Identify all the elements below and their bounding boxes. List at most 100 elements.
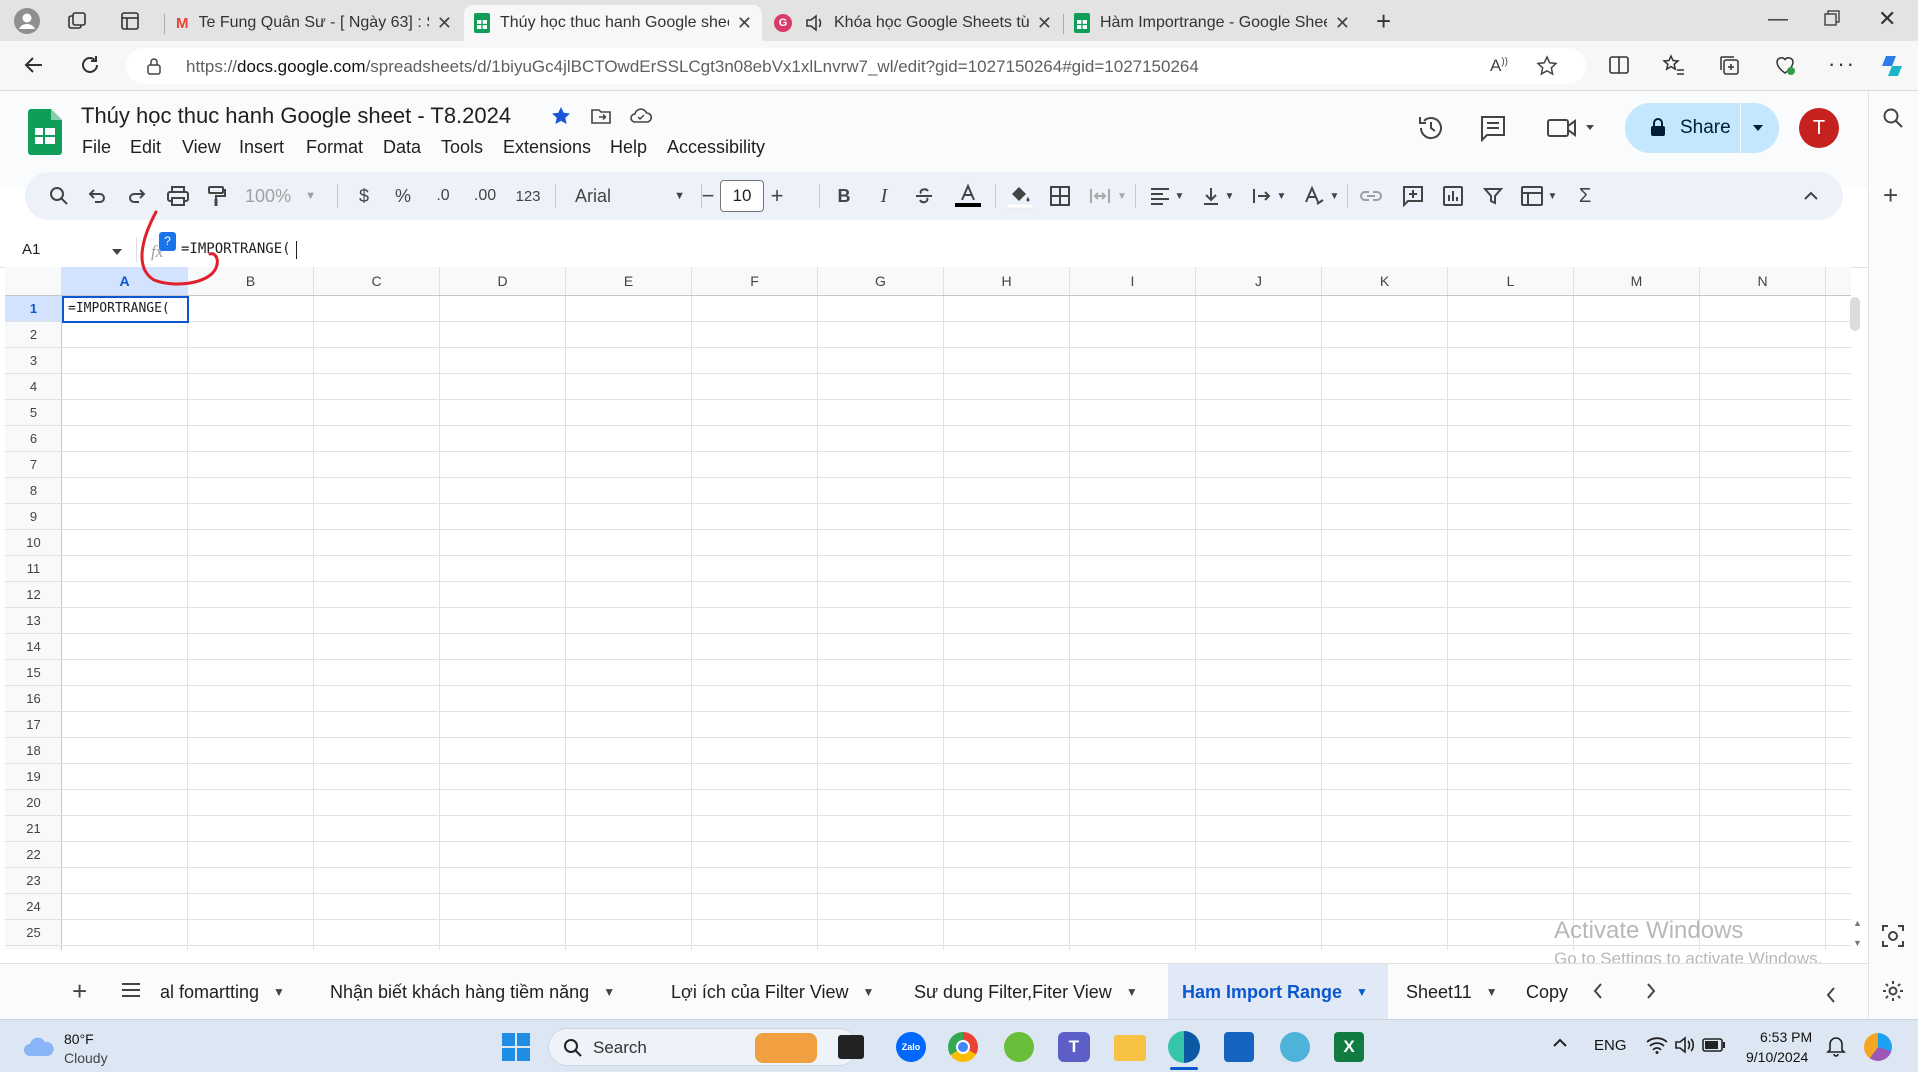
- row-header[interactable]: 10: [5, 530, 62, 556]
- sheet-tab[interactable]: Sheet11 ▼: [1406, 964, 1501, 1020]
- scroll-down-icon[interactable]: ▼: [1853, 938, 1862, 948]
- volume-icon[interactable]: [1674, 1036, 1696, 1054]
- all-sheets-icon[interactable]: [121, 981, 141, 999]
- row-header[interactable]: 16: [5, 686, 62, 712]
- comments-icon[interactable]: [1479, 114, 1507, 142]
- chevron-down-icon[interactable]: ▼: [1126, 985, 1138, 999]
- sheet-tab[interactable]: Copy: [1526, 964, 1576, 1020]
- app-globe-icon[interactable]: [1280, 1032, 1310, 1062]
- undo-icon[interactable]: [83, 172, 111, 220]
- row-header[interactable]: 19: [5, 764, 62, 790]
- window-close-icon[interactable]: ✕: [1878, 6, 1896, 32]
- filter-views-icon[interactable]: ▼: [1515, 172, 1563, 220]
- excel-icon[interactable]: X: [1334, 1032, 1364, 1062]
- column-header-c[interactable]: C: [314, 267, 440, 295]
- more-formats-button[interactable]: 123: [510, 172, 546, 220]
- column-header-h[interactable]: H: [944, 267, 1070, 295]
- column-header-l[interactable]: L: [1448, 267, 1574, 295]
- column-header-i[interactable]: I: [1070, 267, 1196, 295]
- menu-data[interactable]: Data: [383, 137, 421, 158]
- increase-decimal-button[interactable]: .00: [468, 172, 502, 220]
- text-color-icon[interactable]: [953, 172, 983, 220]
- search-menus-icon[interactable]: [45, 172, 73, 220]
- minimize-icon[interactable]: —: [1768, 8, 1788, 31]
- format-currency-button[interactable]: $: [353, 172, 375, 220]
- new-tab-icon[interactable]: +: [1376, 6, 1391, 37]
- share-dropdown-icon[interactable]: [1751, 123, 1765, 133]
- add-sidebar-app-icon[interactable]: +: [1883, 180, 1898, 211]
- task-view-icon[interactable]: [838, 1035, 864, 1059]
- profile-icon[interactable]: [14, 8, 40, 34]
- filter-icon[interactable]: [1478, 172, 1508, 220]
- row-header[interactable]: 2: [5, 322, 62, 348]
- row-header[interactable]: 13: [5, 608, 62, 634]
- refresh-icon[interactable]: [78, 53, 102, 77]
- column-header-f[interactable]: F: [692, 267, 818, 295]
- row-header[interactable]: 12: [5, 582, 62, 608]
- weather-temperature[interactable]: 80°F: [64, 1031, 94, 1047]
- close-icon[interactable]: ✕: [1037, 13, 1052, 34]
- column-header-g[interactable]: G: [818, 267, 944, 295]
- sheet-tab[interactable]: Nhận biết khách hàng tiềm năng ▼: [330, 964, 645, 1020]
- functions-button[interactable]: Σ: [1570, 172, 1600, 220]
- sheets-logo-icon[interactable]: [28, 109, 62, 155]
- copilot-taskbar-icon[interactable]: [1864, 1033, 1892, 1061]
- scroll-tabs-right-icon[interactable]: [1645, 982, 1657, 1000]
- row-header[interactable]: 21: [5, 816, 62, 842]
- cloud-status-icon[interactable]: [629, 106, 653, 126]
- scroll-tabs-left-icon[interactable]: [1592, 982, 1604, 1000]
- row-header[interactable]: 14: [5, 634, 62, 660]
- text-wrapping-icon[interactable]: ▼: [1247, 172, 1291, 220]
- chevron-down-icon[interactable]: ▼: [603, 985, 615, 999]
- favorites-icon[interactable]: [1662, 53, 1686, 77]
- meet-icon[interactable]: [1546, 116, 1598, 140]
- teams-icon[interactable]: T: [1058, 1032, 1090, 1062]
- app-leaf-icon[interactable]: [1004, 1032, 1034, 1062]
- chrome-icon[interactable]: [948, 1032, 978, 1062]
- sheet-tab[interactable]: Sư dung Filter,Fiter View ▼: [914, 964, 1159, 1020]
- avatar[interactable]: T: [1799, 108, 1839, 148]
- screenshot-icon[interactable]: [1881, 924, 1905, 948]
- collections-icon[interactable]: [1717, 53, 1741, 77]
- close-icon[interactable]: ✕: [737, 13, 752, 34]
- close-icon[interactable]: ✕: [1335, 13, 1350, 34]
- menu-extensions[interactable]: Extensions: [503, 137, 591, 158]
- tab-actions-icon[interactable]: [119, 10, 141, 32]
- battery-icon[interactable]: [1702, 1037, 1726, 1053]
- decrease-decimal-button[interactable]: .0: [428, 172, 458, 220]
- vertical-scrollbar-thumb[interactable]: [1850, 297, 1860, 331]
- restore-icon[interactable]: [1824, 10, 1840, 26]
- name-box-chevron-down-icon[interactable]: [111, 248, 123, 256]
- bold-button[interactable]: B: [831, 172, 857, 220]
- split-screen-icon[interactable]: [1608, 54, 1630, 76]
- font-size-input[interactable]: 10: [720, 180, 764, 212]
- read-aloud-icon[interactable]: A)): [1490, 56, 1508, 76]
- wifi-icon[interactable]: [1646, 1036, 1668, 1054]
- input-language[interactable]: ENG: [1594, 1037, 1627, 1054]
- active-cell-a1[interactable]: =IMPORTRANGE(: [62, 296, 189, 323]
- chevron-down-icon[interactable]: ▼: [1356, 985, 1368, 999]
- row-header[interactable]: 22: [5, 842, 62, 868]
- show-hidden-icons-chevron-up-icon[interactable]: [1552, 1038, 1568, 1048]
- row-header[interactable]: 1: [5, 296, 62, 322]
- menu-insert[interactable]: Insert: [239, 137, 284, 158]
- site-info-icon[interactable]: [146, 57, 162, 75]
- row-header[interactable]: 25: [5, 920, 62, 946]
- row-header[interactable]: 20: [5, 790, 62, 816]
- fill-color-icon[interactable]: [1005, 172, 1035, 220]
- row-header[interactable]: 3: [5, 348, 62, 374]
- column-header-e[interactable]: E: [566, 267, 692, 295]
- column-header-k[interactable]: K: [1322, 267, 1448, 295]
- settings-gear-icon[interactable]: [1881, 979, 1905, 1003]
- browser-tab-course[interactable]: G Khóa học Google Sheets từ C ✕: [764, 5, 1062, 41]
- row-header[interactable]: 6: [5, 426, 62, 452]
- menu-help[interactable]: Help: [610, 137, 647, 158]
- row-header[interactable]: 23: [5, 868, 62, 894]
- select-all-corner[interactable]: [5, 267, 62, 295]
- menu-file[interactable]: File: [82, 137, 111, 158]
- speaker-icon[interactable]: [804, 14, 824, 32]
- edge-browser-icon[interactable]: [1168, 1031, 1200, 1063]
- row-header[interactable]: 8: [5, 478, 62, 504]
- sheet-tab-active[interactable]: Ham Import Range ▼: [1168, 964, 1388, 1020]
- insert-link-icon[interactable]: [1356, 172, 1386, 220]
